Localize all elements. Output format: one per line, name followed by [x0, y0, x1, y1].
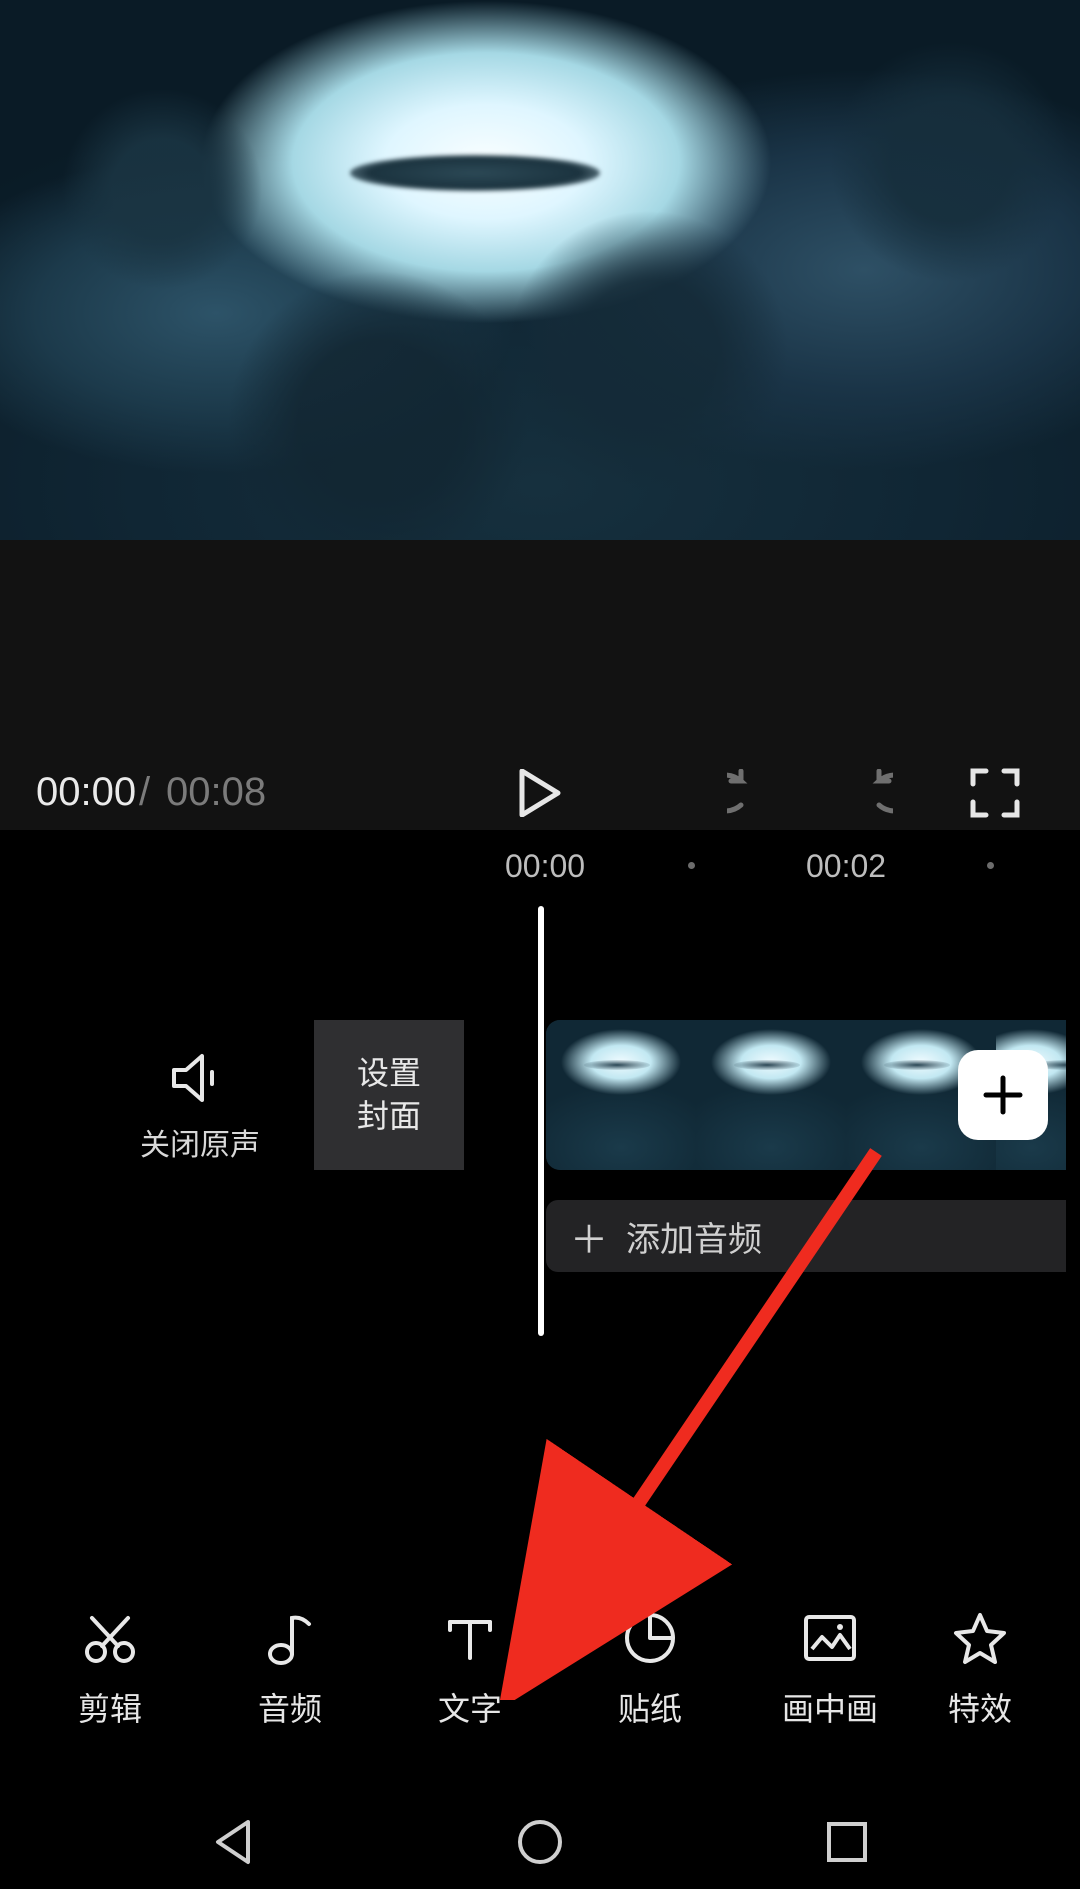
tool-effect[interactable]: 特效: [920, 1585, 1040, 1755]
total-time: 00:08: [166, 770, 266, 815]
current-time: 00:00: [36, 770, 136, 815]
plus-icon: ＋: [570, 1209, 608, 1264]
nav-home[interactable]: [500, 1802, 580, 1882]
cover-line1: 设置: [357, 1052, 421, 1095]
mute-original-sound[interactable]: 关闭原声: [120, 1020, 280, 1170]
redo-button[interactable]: [830, 758, 900, 828]
video-preview[interactable]: [0, 0, 1080, 540]
home-icon: [515, 1817, 565, 1867]
sticker-icon: [622, 1610, 678, 1666]
fullscreen-icon: [970, 768, 1020, 818]
tool-label: 音频: [258, 1684, 322, 1730]
play-icon: [518, 769, 562, 817]
tool-label: 文字: [438, 1684, 502, 1730]
star-icon: [952, 1610, 1008, 1666]
tool-cut[interactable]: 剪辑: [20, 1585, 200, 1755]
note-icon: [262, 1610, 318, 1666]
ruler-dot: [688, 862, 695, 869]
tool-audio[interactable]: 音频: [200, 1585, 380, 1755]
redo-icon: [837, 769, 893, 817]
clip-thumb[interactable]: [546, 1020, 696, 1170]
nav-back[interactable]: [193, 1802, 273, 1882]
ruler-dot: [987, 862, 994, 869]
android-navbar: [0, 1795, 1080, 1889]
mute-label: 关闭原声: [120, 1120, 280, 1164]
tool-label: 贴纸: [618, 1684, 682, 1730]
timeline-ruler[interactable]: 00:00 00:02: [0, 830, 1080, 898]
player-controls: 00:00 / 00:08: [0, 540, 1080, 830]
bottom-toolbar: 剪辑 音频 文字 贴纸: [0, 1585, 1080, 1755]
tool-pip[interactable]: 画中画: [740, 1585, 920, 1755]
tool-label: 画中画: [782, 1684, 878, 1730]
add-audio-label: 添加音频: [626, 1212, 762, 1261]
nav-recent[interactable]: [807, 1802, 887, 1882]
tool-text[interactable]: 文字: [380, 1585, 560, 1755]
time-separator: /: [139, 770, 150, 815]
tool-label: 剪辑: [78, 1684, 142, 1730]
back-icon: [212, 1818, 254, 1866]
recent-icon: [825, 1820, 869, 1864]
volume-icon: [170, 1052, 230, 1104]
tool-sticker[interactable]: 贴纸: [560, 1585, 740, 1755]
pip-icon: [802, 1610, 858, 1666]
playhead[interactable]: [538, 906, 544, 1336]
ruler-tick-0: 00:00: [505, 848, 585, 885]
add-clip-button[interactable]: [958, 1050, 1048, 1140]
video-editor-screen: 00:00 / 00:08 00:00 00:0: [0, 0, 1080, 1889]
scissors-icon: [82, 1610, 138, 1666]
cover-line2: 封面: [357, 1095, 421, 1138]
undo-button[interactable]: [720, 758, 790, 828]
play-button[interactable]: [505, 758, 575, 828]
tool-label: 特效: [948, 1684, 1012, 1730]
clip-thumb[interactable]: [696, 1020, 846, 1170]
add-audio-track[interactable]: ＋ 添加音频: [546, 1200, 1066, 1272]
fullscreen-button[interactable]: [960, 758, 1030, 828]
text-icon: [442, 1610, 498, 1666]
undo-icon: [727, 769, 783, 817]
ruler-tick-1: 00:02: [806, 848, 886, 885]
set-cover-button[interactable]: 设置 封面: [314, 1020, 464, 1170]
plus-icon: [980, 1072, 1026, 1118]
